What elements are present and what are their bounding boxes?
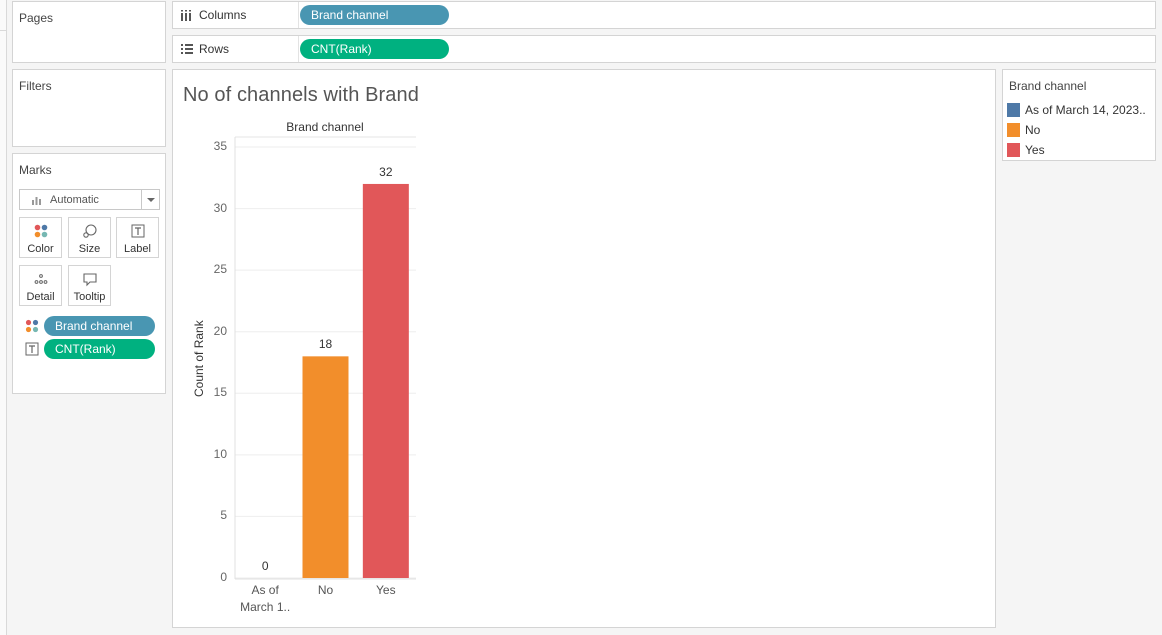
x-tick-line: No [317,583,334,597]
tooltip-button[interactable]: Tooltip [68,265,111,306]
shelf-divider [298,36,299,62]
color-button[interactable]: Color [19,217,62,258]
label-text-icon [131,224,145,238]
x-tick-line: March 1.. [240,600,291,614]
label-button-label: Label [124,243,151,255]
rows-icon [181,44,193,54]
legend-label: Yes [1025,143,1045,157]
data-label: 18 [318,337,333,352]
data-label: 32 [379,164,393,179]
color-button-label: Color [27,243,54,255]
tooltip-icon [83,273,97,287]
color-icon [25,319,39,333]
mark-type-label: Automatic [50,194,99,206]
legend-swatch [1007,103,1020,117]
pages-card[interactable]: Pages [12,1,166,63]
rows-shelf[interactable]: Rows CNT(Rank) [172,35,1156,63]
size-button[interactable]: Size [68,217,111,258]
legend-swatch [1007,143,1020,157]
marks-card: Marks Automatic Color Size Label Detail … [12,153,166,394]
rows-cnt-rank-pill[interactable]: CNT(Rank) [300,39,449,59]
cnt-rank-pill[interactable]: CNT(Rank) [44,339,155,359]
size-button-label: Size [78,243,101,255]
data-label: 0 [261,559,269,573]
bar[interactable] [362,183,409,578]
pages-card-title: Pages [19,11,54,25]
size-icon [83,224,97,238]
view-area: No of channels with Brand Brand channel … [172,69,996,628]
x-tick-label: As of March 1.. [235,582,295,616]
filters-card-title: Filters [19,79,52,93]
bar-chart [234,136,416,580]
legend-title: Brand channel [1009,79,1087,93]
color-icon [34,224,48,238]
columns-shelf-label: Columns [199,8,247,22]
detail-icon [34,274,48,284]
strip-divider [0,30,7,31]
legend-swatch [1007,123,1020,137]
x-tick-label: No [296,582,356,599]
tooltip-button-label: Tooltip [73,291,106,303]
color-legend: Brand channel As of March 14, 2023.. No Ye… [1002,69,1156,161]
shelf-divider [298,2,299,28]
columns-icon [181,10,191,21]
detail-button[interactable]: Detail [19,265,62,306]
rows-shelf-label: Rows [199,42,230,56]
bar[interactable] [302,356,349,578]
detail-button-label: Detail [26,291,55,303]
brand-channel-pill[interactable]: Brand channel [44,316,155,336]
x-tick-label: Yes [356,582,416,599]
legend-label: No [1025,123,1041,137]
columns-shelf[interactable]: Columns Brand channel [172,1,1156,29]
legend-label: As of March 14, 2023.. [1025,103,1146,117]
left-edge-strip [0,0,7,635]
bar-chart-icon [32,197,41,205]
mark-type-dropdown[interactable]: Automatic [19,189,160,210]
columns-brand-channel-pill[interactable]: Brand channel [300,5,449,25]
marks-card-title: Marks [19,163,52,177]
x-tick-line: As of [251,583,279,597]
chevron-down-icon[interactable] [141,190,159,209]
label-button[interactable]: Label [116,217,159,258]
filters-card[interactable]: Filters [12,69,166,147]
x-tick-line: Yes [376,583,396,597]
label-text-icon [25,342,39,356]
